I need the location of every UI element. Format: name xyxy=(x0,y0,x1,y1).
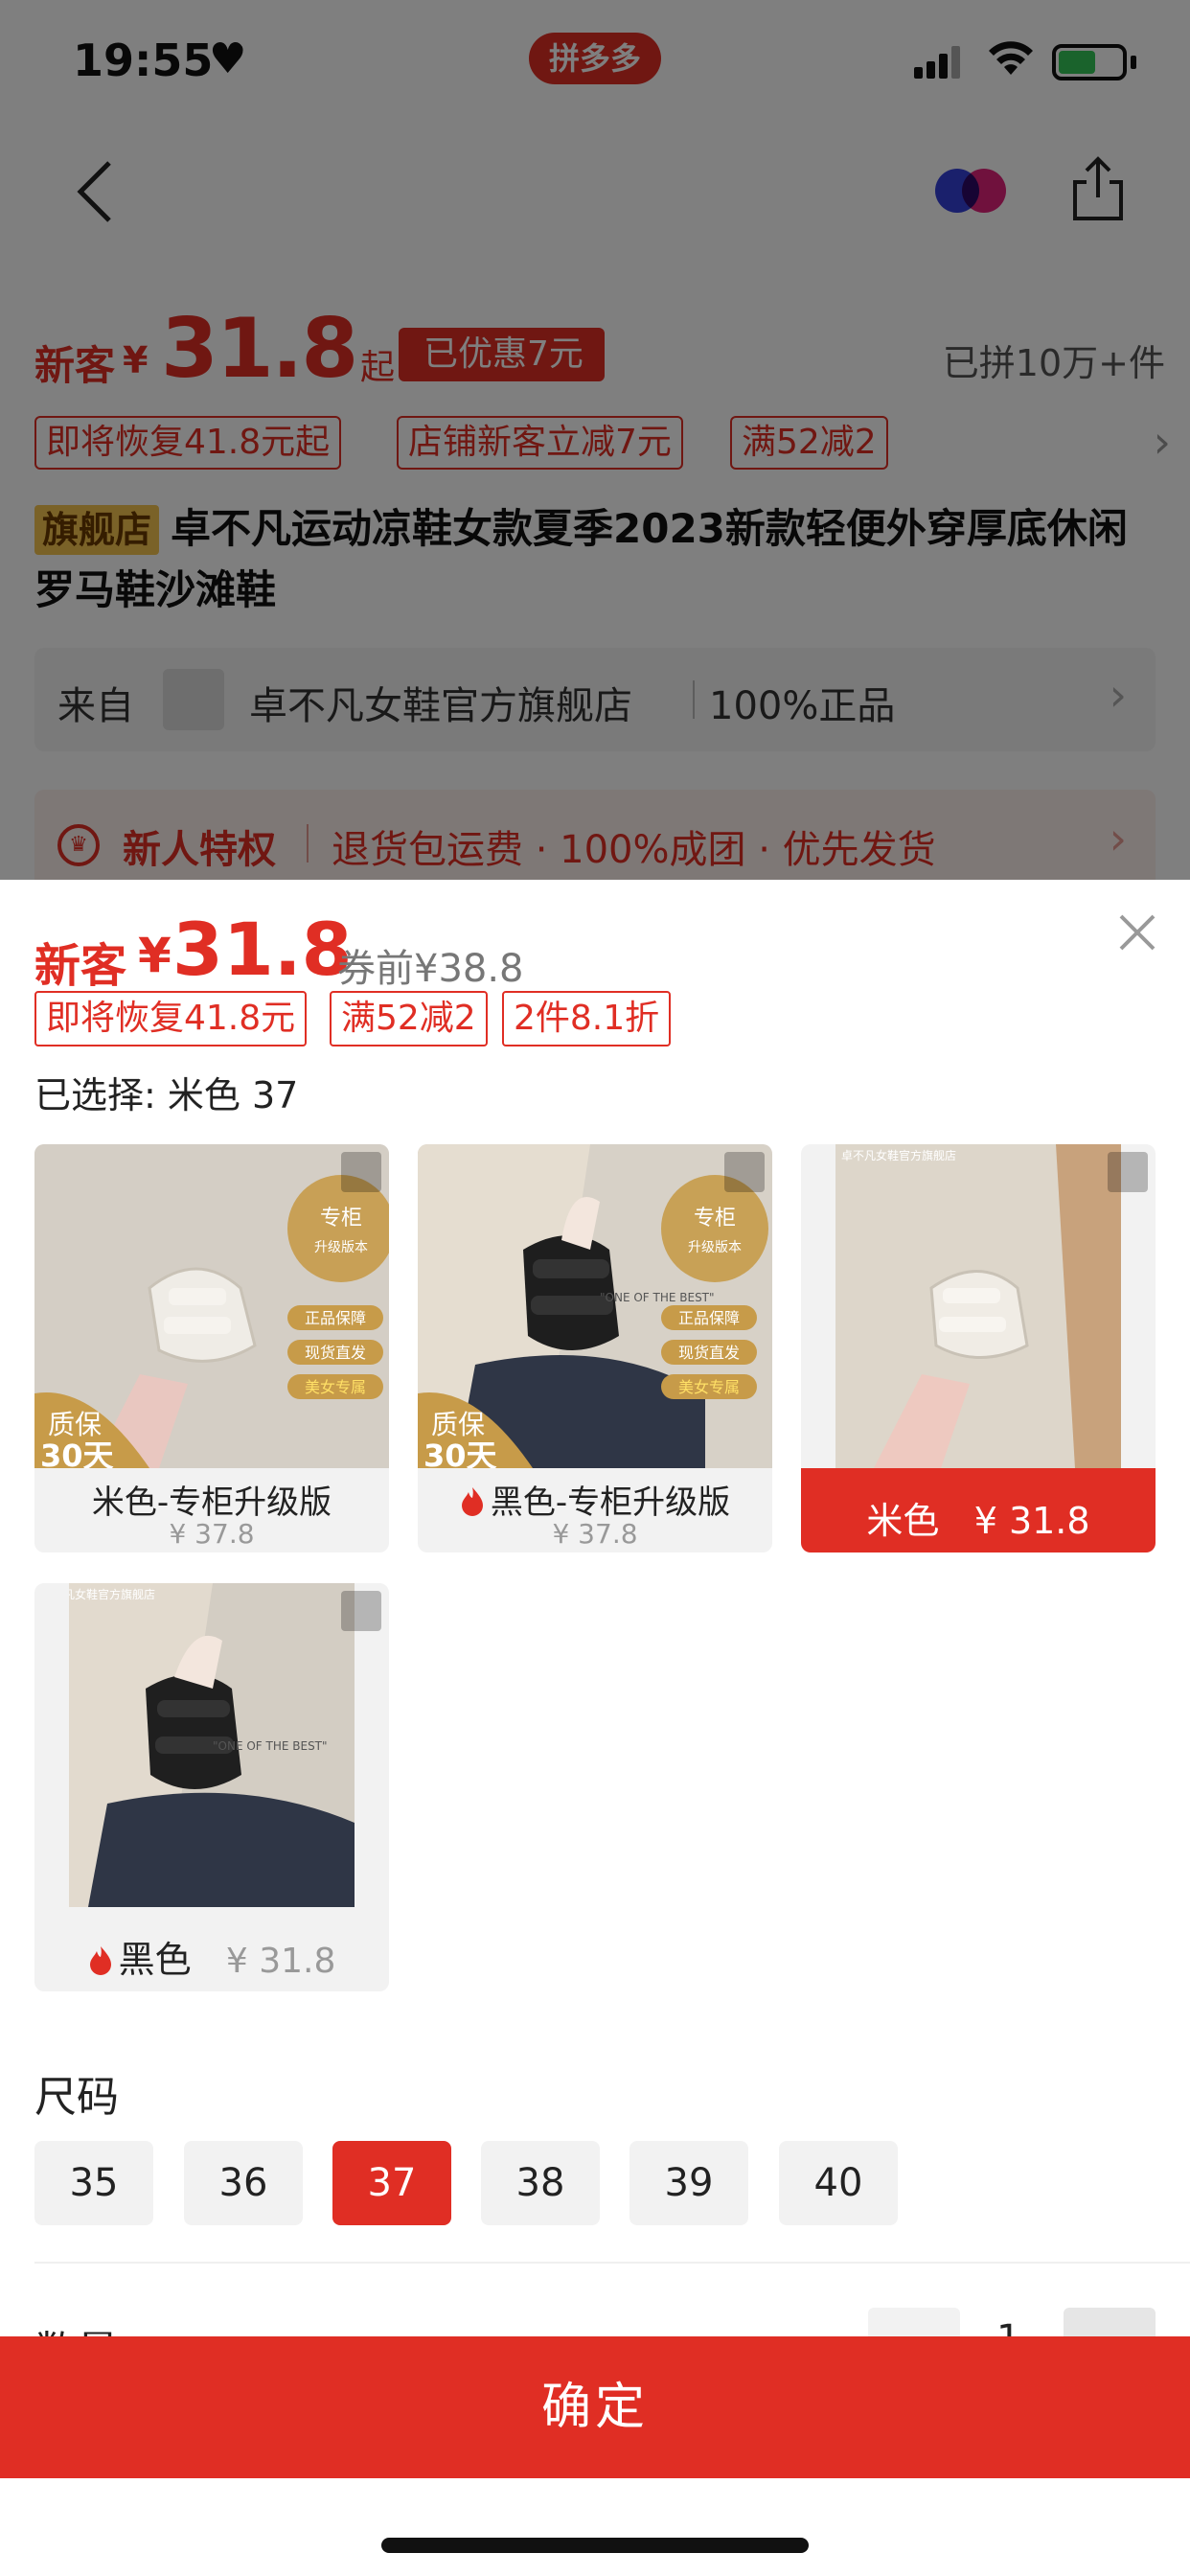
home-indicator[interactable] xyxy=(381,2538,809,2553)
option-label: 米色 ¥ 31.8 xyxy=(801,1491,1156,1544)
size-option[interactable]: 36 xyxy=(184,2141,303,2225)
flame-icon xyxy=(461,1487,483,1516)
selected-price: 31.8 xyxy=(172,907,353,992)
product-photo: 专柜 升级版本 正品保障 现货直发 美女专属 质保 30天 xyxy=(34,1144,389,1468)
price-before-coupon: 券前¥38.8 xyxy=(337,947,524,991)
size-section-title: 尺码 xyxy=(34,2073,119,2122)
size-option[interactable]: 38 xyxy=(481,2141,600,2225)
confirm-button[interactable]: 确定 xyxy=(0,2336,1190,2478)
badge-sub-text: 升级版本 xyxy=(688,1240,742,1255)
promo-tag: 2件8.1折 xyxy=(502,991,672,1046)
photo-chip-text: 现货直发 xyxy=(305,1344,366,1362)
photo-promo-text: 质保 xyxy=(48,1409,102,1440)
sheet-promo-tags: 即将恢复41.8元 满52减2 2件8.1折 xyxy=(34,991,1156,1048)
option-price: ¥ 31.8 xyxy=(973,1500,1090,1542)
option-label-text: 米色 xyxy=(866,1500,940,1542)
option-price: ¥ 37.8 xyxy=(552,1518,638,1550)
expand-icon[interactable] xyxy=(724,1152,765,1192)
size-options: 35 36 37 38 39 40 xyxy=(34,2141,1156,2225)
option-price: ¥ 37.8 xyxy=(169,1518,255,1550)
divider xyxy=(34,2262,1190,2264)
sku-selector-sheet: 新客 ¥ 31.8 券前¥38.8 即将恢复41.8元 满52减2 2件8.1折… xyxy=(0,880,1190,2576)
option-label: 黑色-专柜升级版 xyxy=(418,1476,772,1523)
badge-main-text: 专柜 xyxy=(694,1207,736,1230)
photo-chip-text: 美女专属 xyxy=(305,1378,366,1396)
size-option-selected[interactable]: 37 xyxy=(332,2141,451,2225)
product-photo: 卓不凡女鞋官方旗舰店 xyxy=(835,1144,1121,1468)
option-price: ¥ 31.8 xyxy=(225,1942,336,1981)
photo-chip-text: 现货直发 xyxy=(678,1344,740,1362)
badge-main-text: 专柜 xyxy=(320,1207,362,1230)
size-option[interactable]: 40 xyxy=(779,2141,898,2225)
expand-icon[interactable] xyxy=(341,1591,381,1631)
expand-icon[interactable] xyxy=(1108,1152,1148,1192)
selected-summary: 已选择: 米色 37 xyxy=(34,1074,299,1116)
option-label: 米色-专柜升级版 xyxy=(91,1484,332,1522)
photo-watermark: 卓不凡女鞋官方旗舰店 xyxy=(841,1148,956,1162)
size-option[interactable]: 39 xyxy=(629,2141,748,2225)
currency-symbol: ¥ xyxy=(138,928,172,983)
product-photo: "ONE OF THE BEST" 卓不凡女鞋官方旗舰店 xyxy=(69,1583,355,1907)
photo-promo-text: 质保 xyxy=(431,1409,485,1440)
photo-text: "ONE OF THE BEST" xyxy=(213,1739,328,1753)
option-label-text: 黑色 xyxy=(118,1939,192,1981)
size-option[interactable]: 35 xyxy=(34,2141,153,2225)
photo-promo-days: 30天 xyxy=(40,1438,114,1468)
photo-chip-text: 正品保障 xyxy=(305,1309,366,1327)
color-option[interactable]: 专柜 升级版本 正品保障 现货直发 美女专属 质保 30天 米色-专柜升级版 ¥… xyxy=(34,1144,389,1552)
color-option[interactable]: "ONE OF THE BEST" 专柜 升级版本 正品保障 现货直发 美女专属… xyxy=(418,1144,772,1552)
expand-icon[interactable] xyxy=(341,1152,381,1192)
color-option-selected[interactable]: 卓不凡女鞋官方旗舰店 米色 ¥ 31.8 xyxy=(801,1144,1156,1552)
flame-icon xyxy=(89,1946,111,1975)
sheet-price-row: 新客 ¥ 31.8 券前¥38.8 xyxy=(34,899,1156,993)
photo-promo-days: 30天 xyxy=(423,1438,497,1468)
color-option[interactable]: "ONE OF THE BEST" 卓不凡女鞋官方旗舰店 黑色 ¥ 31.8 xyxy=(34,1583,389,1991)
promo-tag: 满52减2 xyxy=(330,991,488,1046)
option-label: 黑色 ¥ 31.8 xyxy=(34,1930,389,1983)
badge-sub-text: 升级版本 xyxy=(314,1240,368,1255)
new-customer-label: 新客 xyxy=(34,939,127,993)
photo-watermark: 卓不凡女鞋官方旗舰店 xyxy=(69,1587,155,1601)
photo-text: "ONE OF THE BEST" xyxy=(600,1291,715,1304)
photo-chip-text: 美女专属 xyxy=(678,1378,740,1396)
product-photo: "ONE OF THE BEST" 专柜 升级版本 正品保障 现货直发 美女专属… xyxy=(418,1144,772,1468)
photo-chip-text: 正品保障 xyxy=(678,1309,740,1327)
option-label-text: 黑色-专柜升级版 xyxy=(490,1484,731,1522)
promo-tag: 即将恢复41.8元 xyxy=(34,991,308,1046)
dim-overlay[interactable] xyxy=(0,0,1190,882)
close-icon[interactable] xyxy=(1113,908,1161,956)
